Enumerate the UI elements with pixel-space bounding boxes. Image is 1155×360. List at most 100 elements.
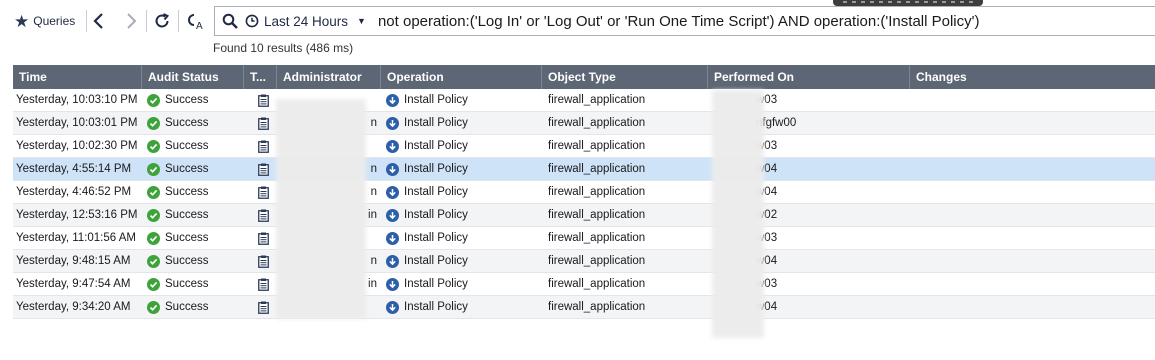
table-row[interactable]: Yesterday, 4:46:52 PM Success n Install Pol…	[13, 181, 1155, 204]
install-policy-icon	[386, 93, 399, 107]
cell-time: Yesterday, 9:48:15 AM	[16, 255, 131, 267]
cell-audit-status: Success	[142, 296, 244, 318]
cell-changes	[910, 296, 1155, 318]
table-row[interactable]: Yesterday, 10:03:10 PM Success Install Pol…	[13, 89, 1155, 112]
operation-text: Install Policy	[404, 278, 468, 290]
column-header-performed-on[interactable]: Performed On	[708, 65, 910, 89]
success-check-icon	[147, 116, 160, 130]
operation-text: Install Policy	[404, 94, 468, 106]
cell-time: Yesterday, 9:34:20 AM	[16, 301, 131, 313]
cell-operation: Install Policy	[381, 135, 542, 157]
operation-text: Install Policy	[404, 255, 468, 267]
grid-body: Yesterday, 10:03:10 PM Success Install Pol…	[13, 89, 1155, 319]
caret-down-icon: ▼	[357, 16, 366, 26]
cell-type	[244, 250, 277, 272]
column-header-audit-status[interactable]: Audit Status	[142, 65, 244, 89]
install-policy-icon	[386, 300, 399, 314]
search-icon[interactable]	[215, 7, 245, 35]
cell-operation: Install Policy	[381, 204, 542, 226]
time-range-label: Last 24 Hours	[264, 13, 349, 29]
clipboard-icon	[258, 278, 269, 291]
cell-operation: Install Policy	[381, 250, 542, 272]
table-row[interactable]: Yesterday, 12:53:16 PM Success in Install P…	[13, 204, 1155, 227]
toolbar: ★ Queries A Last 24 Hours ▼	[0, 0, 1155, 40]
redacted-area	[276, 99, 366, 319]
table-row[interactable]: Yesterday, 11:01:56 AM Success Install Pol…	[13, 227, 1155, 250]
cell-time: Yesterday, 10:03:01 PM	[16, 117, 138, 129]
table-row[interactable]: Yesterday, 9:47:54 AM Success in Install Po…	[13, 273, 1155, 296]
table-row[interactable]: Yesterday, 10:03:01 PM Success n Install Po…	[13, 112, 1155, 135]
cell-object-type: firewall_application	[548, 255, 646, 267]
cell-audit-status: Success	[142, 227, 244, 249]
clipboard-icon	[258, 94, 269, 107]
svg-text:A: A	[196, 21, 203, 31]
column-header-operation[interactable]: Operation	[381, 65, 542, 89]
toolbar-divider	[178, 10, 179, 32]
status-text: Success	[165, 140, 209, 152]
cell-type	[244, 227, 277, 249]
cell-changes	[910, 135, 1155, 157]
cell-changes	[910, 227, 1155, 249]
status-text: Success	[165, 278, 209, 290]
install-policy-icon	[386, 185, 399, 199]
query-input[interactable]	[375, 8, 1155, 34]
cell-audit-status: Success	[142, 204, 244, 226]
column-header-changes[interactable]: Changes	[910, 65, 1155, 89]
cell-object-type: firewall_application	[548, 140, 646, 152]
status-text: Success	[165, 209, 209, 221]
cell-audit-status: Success	[142, 158, 244, 180]
column-header-time[interactable]: Time	[13, 65, 142, 89]
column-header-object-type[interactable]: Object Type	[542, 65, 708, 89]
queries-button[interactable]: ★ Queries	[14, 11, 75, 31]
operation-text: Install Policy	[404, 232, 468, 244]
operation-text: Install Policy	[404, 163, 468, 175]
cell-operation: Install Policy	[381, 112, 542, 134]
clipboard-icon	[258, 117, 269, 130]
cell-time: Yesterday, 4:55:14 PM	[16, 163, 132, 175]
chevron-left-icon	[93, 13, 103, 29]
cell-changes	[910, 112, 1155, 134]
success-check-icon	[147, 231, 160, 245]
clipboard-icon	[258, 255, 269, 268]
success-check-icon	[147, 254, 160, 268]
table-row[interactable]: Yesterday, 9:34:20 AM Success Install Poli…	[13, 296, 1155, 319]
clipboard-icon	[258, 163, 269, 176]
cell-operation: Install Policy	[381, 227, 542, 249]
grid-header: Time Audit Status T... Administrator Ope…	[13, 65, 1155, 89]
cell-type	[244, 204, 277, 226]
forward-button[interactable]	[121, 8, 141, 34]
clipboard-icon	[258, 232, 269, 245]
install-policy-icon	[386, 116, 399, 130]
cell-audit-status: Success	[142, 250, 244, 272]
success-check-icon	[147, 300, 160, 314]
search-options-button[interactable]: A	[184, 8, 208, 34]
success-check-icon	[147, 185, 160, 199]
table-row[interactable]: Yesterday, 9:48:15 AM Success n Install Pol…	[13, 250, 1155, 273]
cell-type	[244, 296, 277, 318]
cell-type	[244, 181, 277, 203]
column-header-administrator[interactable]: Administrator	[277, 65, 381, 89]
cell-object-type: firewall_application	[548, 117, 646, 129]
cell-operation: Install Policy	[381, 181, 542, 203]
redacted-area	[712, 90, 764, 338]
column-header-type[interactable]: T...	[244, 65, 277, 89]
cell-audit-status: Success	[142, 112, 244, 134]
cell-audit-status: Success	[142, 135, 244, 157]
refresh-button[interactable]	[152, 8, 172, 34]
cell-time: Yesterday, 9:47:54 AM	[16, 278, 131, 290]
clock-icon	[245, 14, 259, 28]
table-row[interactable]: Yesterday, 4:55:14 PM Success n Install Pol…	[13, 158, 1155, 181]
cell-time: Yesterday, 12:53:16 PM	[16, 209, 138, 221]
cell-operation: Install Policy	[381, 89, 542, 111]
status-text: Success	[165, 94, 209, 106]
time-range-dropdown[interactable]: Last 24 Hours ▼	[245, 7, 376, 35]
cell-audit-status: Success	[142, 181, 244, 203]
cell-changes	[910, 204, 1155, 226]
chevron-right-icon	[127, 13, 137, 29]
operation-text: Install Policy	[404, 301, 468, 313]
success-check-icon	[147, 277, 160, 291]
install-policy-icon	[386, 208, 399, 222]
table-row[interactable]: Yesterday, 10:02:30 PM Success Install Pol…	[13, 135, 1155, 158]
back-button[interactable]	[89, 8, 109, 34]
audit-log-grid: Time Audit Status T... Administrator Ope…	[13, 65, 1155, 319]
